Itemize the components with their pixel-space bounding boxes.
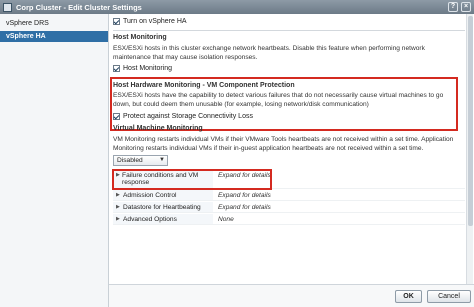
cancel-button[interactable]: Cancel [427,290,471,303]
vm-monitoring-description: VM Monitoring restarts individual VMs if… [113,136,454,152]
settings-row-value: Expand for details [218,191,271,199]
storage-protection-row[interactable]: Protect against Storage Connectivity Los… [113,113,253,120]
settings-sidebar: vSphere DRS vSphere HA [0,14,109,307]
storage-protection-checkbox[interactable] [113,113,120,120]
close-button[interactable]: × [461,2,471,12]
failure-conditions-highlight-box [112,169,272,190]
chevron-down-icon: ▼ [159,157,165,163]
cluster-icon [3,2,12,12]
ok-button[interactable]: OK [395,290,422,303]
sidebar-item-vsphere-drs[interactable]: vSphere DRS [0,18,108,29]
turn-on-ha-checkbox[interactable] [113,18,120,25]
host-hardware-description: ESX/ESXi hosts have the capability to de… [113,92,444,108]
scrollbar-thumb[interactable] [468,16,473,226]
vm-monitoring-select-value: Disabled [117,157,143,164]
settings-row-advanced-options[interactable]: ▶ Advanced Options None [113,214,465,225]
divider [113,30,465,31]
dialog-footer: OK Cancel [109,284,474,307]
ha-settings-panel: Turn on vSphere HA Host Monitoring ESX/E… [110,14,471,284]
settings-row-label: Datastore for Heartbeating [123,203,201,211]
settings-row-value: Expand for details [218,203,271,211]
vm-monitoring-select[interactable]: Disabled ▼ [113,155,168,166]
expand-arrow-icon[interactable]: ▶ [116,216,123,222]
host-monitoring-label: Host Monitoring [123,65,173,72]
window-titlebar: Corp Cluster - Edit Cluster Settings ? × [0,0,474,14]
expand-arrow-icon[interactable]: ▶ [116,192,123,198]
host-monitoring-row[interactable]: Host Monitoring [113,65,172,72]
settings-row-label-cell: ▶ Advanced Options [113,214,213,224]
window-title: Corp Cluster - Edit Cluster Settings [16,2,142,12]
help-button[interactable]: ? [448,2,458,12]
settings-row-label-cell: ▶ Admission Control [113,190,213,200]
content-scrollbar[interactable] [466,14,473,284]
settings-row-value: None [218,215,234,223]
turn-on-ha-label: Turn on vSphere HA [123,18,187,25]
settings-row-label: Advanced Options [123,215,177,223]
host-monitoring-description: ESX/ESXi hosts in this cluster exchange … [113,45,425,61]
settings-row-datastore-heartbeating[interactable]: ▶ Datastore for Heartbeating Expand for … [113,202,465,213]
settings-row-admission-control[interactable]: ▶ Admission Control Expand for details [113,190,465,201]
host-hardware-heading: Host Hardware Monitoring - VM Component … [113,82,295,89]
expand-arrow-icon[interactable]: ▶ [116,204,123,210]
turn-on-ha-row[interactable]: Turn on vSphere HA [113,18,187,25]
host-monitoring-heading: Host Monitoring [113,34,167,41]
storage-protection-label: Protect against Storage Connectivity Los… [123,113,253,120]
settings-row-label-cell: ▶ Datastore for Heartbeating [113,202,213,212]
settings-row-label: Admission Control [123,191,177,199]
vm-monitoring-heading: Virtual Machine Monitoring [113,125,203,132]
sidebar-item-vsphere-ha[interactable]: vSphere HA [0,31,108,42]
host-monitoring-checkbox[interactable] [113,65,120,72]
